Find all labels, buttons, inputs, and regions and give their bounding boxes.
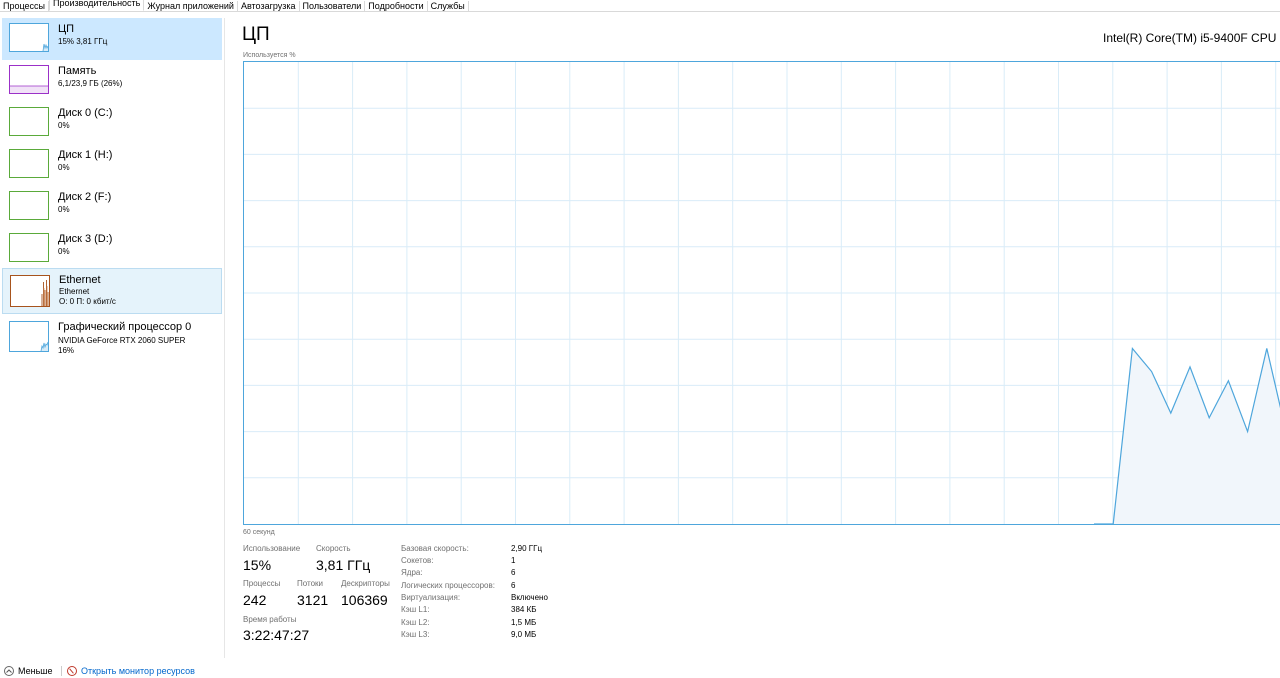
- open-resource-monitor-link[interactable]: Открыть монитор ресурсов: [67, 664, 195, 678]
- handles-value: 106369: [341, 592, 388, 608]
- page-title: ЦП: [242, 24, 270, 45]
- usage-value: 15%: [243, 557, 272, 573]
- sidebar-item-label: Память: [58, 65, 97, 77]
- sidebar-item-detail: 0%: [58, 205, 70, 214]
- speed-value: 3,81 ГГц: [316, 557, 371, 573]
- footer-divider: [61, 666, 62, 676]
- spec-label: Базовая скорость:: [401, 544, 469, 553]
- spec-label: Кэш L3:: [401, 630, 430, 639]
- open-resource-monitor-label: Открыть монитор ресурсов: [81, 666, 195, 676]
- spec-value: 2,90 ГГц: [511, 544, 543, 553]
- sidebar-item-label: Графический процессор 0: [58, 321, 192, 333]
- sidebar-item-disk-2[interactable]: Диск 2 (F:) 0%: [2, 186, 222, 228]
- graph-usage-label: Используется %: [243, 52, 296, 59]
- sidebar-item-memory[interactable]: Память 6,1/23,9 ГБ (26%): [2, 60, 222, 102]
- threads-label: Потоки: [297, 579, 324, 588]
- spec-value: 6: [511, 581, 516, 590]
- spec-label: Логических процессоров:: [401, 581, 495, 590]
- sidebar-item-gpu-0[interactable]: Графический процессор 0 NVIDIA GeForce R…: [2, 316, 222, 362]
- processes-value: 242: [243, 592, 267, 608]
- sidebar-item-cpu[interactable]: ЦП 15% 3,81 ГГц: [2, 18, 222, 60]
- sidebar-item-label: Диск 2 (F:): [58, 191, 112, 203]
- usage-label: Использование: [243, 544, 301, 553]
- sidebar-item-disk-1[interactable]: Диск 1 (H:) 0%: [2, 144, 222, 186]
- spec-label: Ядра:: [401, 568, 423, 577]
- spec-value: Включено: [511, 593, 548, 602]
- gpu-thumbnail-graph: [9, 321, 49, 352]
- spec-label: Кэш L1:: [401, 605, 430, 614]
- sidebar-item-label: Диск 1 (H:): [58, 149, 113, 161]
- sidebar-item-label: Диск 3 (D:): [58, 233, 113, 245]
- tab-users[interactable]: Пользователи: [300, 1, 366, 11]
- tab-processes[interactable]: Процессы: [0, 1, 50, 11]
- speed-label: Скорость: [316, 544, 351, 553]
- threads-value: 3121: [297, 592, 329, 608]
- sidebar-item-detail: NVIDIA GeForce RTX 2060 SUPER: [58, 336, 186, 345]
- handles-label: Дескрипторы: [341, 579, 390, 588]
- sidebar-item-label: Диск 0 (C:): [58, 107, 113, 119]
- cpu-model-name: Intel(R) Core(TM) i5-9400F CPU @ 2.: [1103, 31, 1280, 45]
- tab-details[interactable]: Подробности: [365, 1, 428, 11]
- tab-app-history[interactable]: Журнал приложений: [144, 1, 238, 11]
- uptime-value: 3:22:47:27: [243, 627, 310, 643]
- cpu-thumbnail-graph: [9, 23, 49, 52]
- spec-label: Кэш L2:: [401, 618, 430, 627]
- disk-thumbnail-graph: [9, 149, 49, 178]
- spec-value: 384 КБ: [511, 605, 537, 614]
- ethernet-thumbnail-graph: [10, 275, 50, 307]
- sidebar-item-detail: Ethernet: [59, 287, 90, 296]
- sidebar-item-throughput: О: 0 П: 0 кбит/с: [59, 297, 116, 306]
- sidebar-item-detail: 15% 3,81 ГГц: [58, 37, 108, 46]
- spec-value: 1,5 МБ: [511, 618, 537, 627]
- sidebar-item-detail: 0%: [58, 121, 70, 130]
- spec-value: 9,0 МБ: [511, 630, 537, 639]
- spec-label: Сокетов:: [401, 556, 434, 565]
- uptime-label: Время работы: [243, 615, 297, 624]
- sidebar-item-ethernet[interactable]: Ethernet Ethernet О: 0 П: 0 кбит/с: [2, 268, 222, 314]
- cpu-usage-graph: [243, 61, 1280, 525]
- footer-bar: Меньше Открыть монитор ресурсов: [0, 664, 1280, 678]
- spec-label: Виртуализация:: [401, 593, 461, 602]
- memory-thumbnail-graph: [9, 65, 49, 94]
- graph-time-span-label: 60 секунд: [243, 529, 275, 536]
- fewer-details-label: Меньше: [18, 666, 53, 676]
- sidebar-item-disk-3[interactable]: Диск 3 (D:) 0%: [2, 228, 222, 270]
- sidebar-item-detail: 0%: [58, 247, 70, 256]
- disk-thumbnail-graph: [9, 191, 49, 220]
- tab-bar: Процессы Производительность Журнал прило…: [0, 0, 1280, 12]
- spec-value: 6: [511, 568, 516, 577]
- sidebar-item-disk-0[interactable]: Диск 0 (C:) 0%: [2, 102, 222, 144]
- sidebar-item-label: Ethernet: [59, 274, 101, 286]
- sidebar-item-label: ЦП: [58, 23, 75, 35]
- cpu-usage-series: [1094, 346, 1280, 524]
- resource-monitor-icon: [67, 666, 77, 676]
- sidebar-item-detail: 0%: [58, 163, 70, 172]
- sidebar-item-usage: 16%: [58, 346, 75, 355]
- sidebar-item-detail: 6,1/23,9 ГБ (26%): [58, 79, 123, 88]
- fewer-details-button[interactable]: Меньше: [4, 664, 53, 678]
- chevron-up-icon: [4, 666, 14, 676]
- resource-sidebar: ЦП 15% 3,81 ГГц Память 6,1/23,9 ГБ (26%)…: [0, 18, 225, 658]
- tab-startup[interactable]: Автозагрузка: [238, 1, 300, 11]
- tab-services[interactable]: Службы: [428, 1, 469, 11]
- disk-thumbnail-graph: [9, 233, 49, 262]
- processes-label: Процессы: [243, 579, 281, 588]
- disk-thumbnail-graph: [9, 107, 49, 136]
- tab-performance[interactable]: Производительность: [49, 0, 145, 11]
- spec-value: 1: [511, 556, 516, 565]
